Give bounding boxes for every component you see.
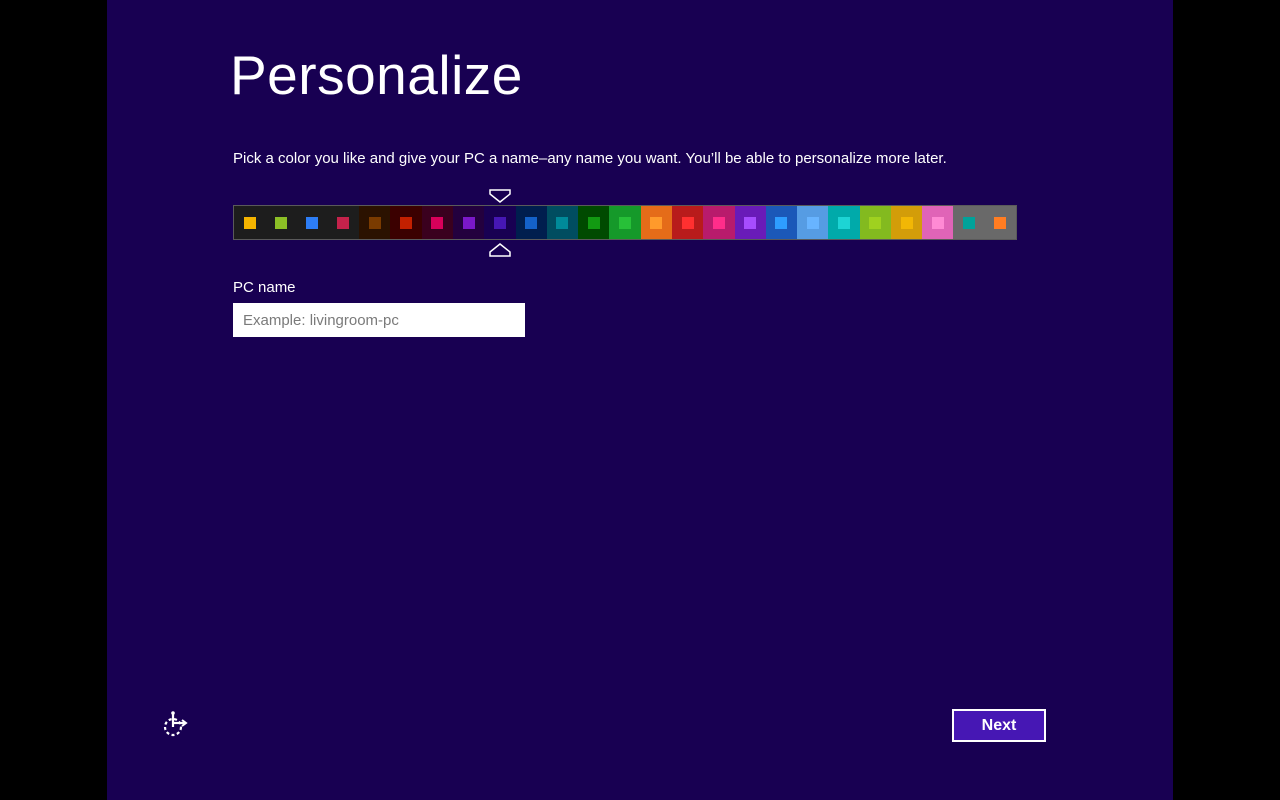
color-swatch[interactable] [484, 206, 516, 239]
color-swatch[interactable] [984, 206, 1017, 239]
color-swatch-chip [274, 216, 287, 229]
color-swatch-chip [619, 216, 632, 229]
color-swatch[interactable] [640, 206, 672, 239]
color-swatch-chip [525, 216, 538, 229]
pc-name-input[interactable] [233, 303, 525, 337]
color-swatch[interactable] [671, 206, 704, 239]
color-swatch[interactable] [859, 206, 891, 239]
color-swatch-chip [650, 216, 663, 229]
color-swatch-chip [806, 216, 819, 229]
color-swatch-chip [368, 216, 381, 229]
color-swatch[interactable] [359, 206, 391, 239]
color-swatch-chip [900, 216, 913, 229]
next-button[interactable]: Next [952, 709, 1046, 742]
color-swatch-chip [337, 216, 350, 229]
selected-color-marker-bottom-icon [489, 243, 511, 257]
color-swatch[interactable] [546, 206, 579, 239]
color-swatch-chip [775, 216, 788, 229]
color-swatch[interactable] [765, 206, 798, 239]
color-swatch[interactable] [296, 206, 328, 239]
color-swatch[interactable] [890, 206, 923, 239]
color-swatch[interactable] [922, 206, 954, 239]
color-swatch[interactable] [828, 206, 860, 239]
color-swatch-chip [963, 216, 976, 229]
page-subtitle: Pick a color you like and give your PC a… [233, 150, 947, 167]
color-swatch[interactable] [953, 206, 985, 239]
color-swatch[interactable] [452, 206, 485, 239]
color-swatch-chip [493, 216, 506, 229]
color-swatch[interactable] [609, 206, 641, 239]
color-swatch[interactable] [390, 206, 422, 239]
color-swatch-chip [431, 216, 444, 229]
ease-of-access-icon[interactable] [161, 710, 191, 740]
color-swatch-chip [931, 216, 944, 229]
color-swatch[interactable] [578, 206, 610, 239]
color-swatch-chip [869, 216, 882, 229]
color-swatch[interactable] [234, 206, 266, 239]
color-swatch-chip [587, 216, 600, 229]
color-swatch[interactable] [421, 206, 453, 239]
selected-color-marker-top-icon [489, 189, 511, 203]
color-swatch-chip [712, 216, 725, 229]
color-swatch[interactable] [734, 206, 766, 239]
page-title: Personalize [230, 44, 523, 106]
color-swatch-chip [744, 216, 757, 229]
pc-name-label: PC name [233, 279, 296, 296]
color-swatch-chip [837, 216, 850, 229]
color-swatch[interactable] [797, 206, 829, 239]
color-swatch[interactable] [327, 206, 360, 239]
color-swatch[interactable] [265, 206, 297, 239]
setup-screen: Personalize Pick a color you like and gi… [107, 0, 1173, 800]
color-swatch[interactable] [515, 206, 547, 239]
color-swatch-chip [243, 216, 256, 229]
color-swatch[interactable] [703, 206, 735, 239]
color-picker [233, 205, 1017, 240]
color-swatch-chip [681, 216, 694, 229]
color-swatch-chip [462, 216, 475, 229]
color-swatch-chip [994, 216, 1007, 229]
color-swatch-chip [400, 216, 413, 229]
color-swatch-chip [556, 216, 569, 229]
color-swatch-chip [306, 216, 319, 229]
